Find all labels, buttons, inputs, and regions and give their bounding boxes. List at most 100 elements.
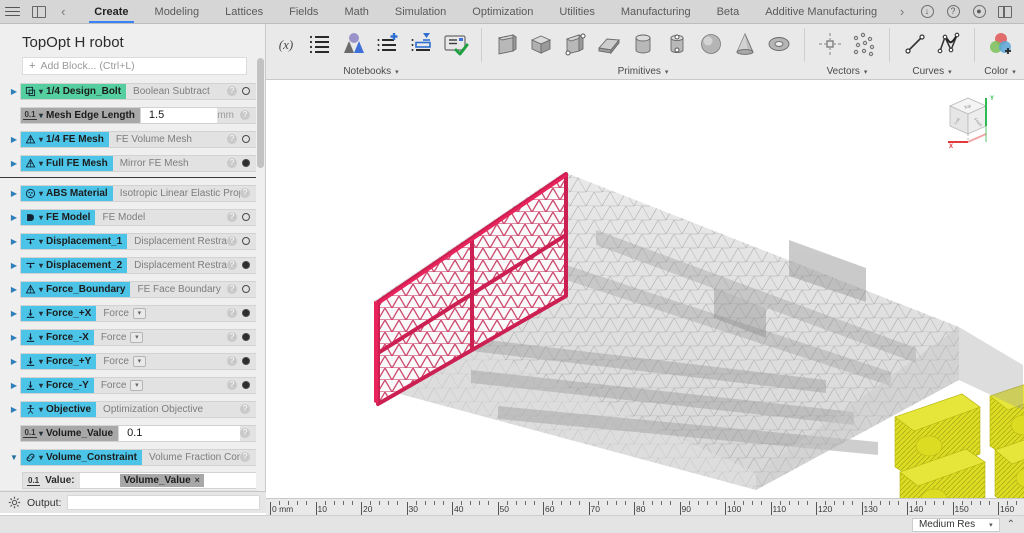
block-row-body[interactable]: ▾Full FE MeshMirror FE Mesh? — [20, 155, 257, 172]
color-add-icon[interactable] — [984, 26, 1016, 62]
ribbon-group-label[interactable]: Primitives▾ — [618, 66, 669, 77]
expand-triangle-icon[interactable]: ▶ — [8, 261, 20, 270]
help-icon[interactable]: ? — [240, 428, 250, 438]
block-row-body[interactable]: ▾1/4 FE MeshFE Volume Mesh? — [20, 131, 257, 148]
3d-viewport[interactable]: Top Front Left X Y — [266, 80, 1024, 498]
help-icon[interactable]: ? — [227, 380, 237, 390]
list-add-icon[interactable] — [372, 26, 404, 62]
chevron-down-icon[interactable]: ▾ — [39, 285, 43, 294]
block-row-body[interactable]: 0.1▾Mesh Edge Length1.5mm? — [20, 107, 257, 124]
block-row[interactable]: ▼▾Volume_ConstraintVolume Fraction Cons.… — [0, 445, 265, 469]
hamburger-menu-icon[interactable] — [0, 0, 26, 23]
ribbon-group-label[interactable]: Notebooks▾ — [343, 66, 398, 77]
expand-triangle-icon[interactable]: ▶ — [8, 309, 20, 318]
chevron-down-icon[interactable]: ▾ — [395, 68, 399, 76]
tab-lattices[interactable]: Lattices — [212, 0, 276, 23]
ribbon-group-label[interactable]: Vectors▾ — [827, 66, 868, 77]
chevron-down-icon[interactable]: ▾ — [39, 189, 43, 198]
output-field[interactable] — [67, 495, 260, 510]
block-row-body[interactable]: ▾1/4 Design_BoltBoolean Subtract? — [20, 83, 257, 100]
tab-create[interactable]: Create — [81, 0, 141, 23]
tab-manufacturing[interactable]: Manufacturing — [608, 0, 704, 23]
account-icon[interactable]: ● — [966, 5, 992, 18]
expand-triangle-icon[interactable]: ▶ — [8, 333, 20, 342]
gear-icon[interactable] — [8, 496, 21, 509]
chevron-down-icon[interactable]: ▾ — [133, 356, 146, 367]
ribbon-group-label[interactable]: Curves▾ — [912, 66, 951, 77]
cube-icon[interactable] — [525, 26, 557, 62]
chevron-down-icon[interactable]: ▾ — [39, 429, 43, 438]
chevron-down-icon[interactable]: ▾ — [130, 380, 143, 391]
block-name-chip[interactable]: ▾ABS Material — [21, 185, 113, 202]
variable-fx-icon[interactable]: (x) — [270, 26, 302, 62]
parallelepiped-icon[interactable] — [593, 26, 625, 62]
box-corner-icon[interactable] — [559, 26, 591, 62]
help-icon[interactable]: ? — [227, 308, 237, 318]
tab-beta[interactable]: Beta — [704, 0, 753, 23]
block-row-body[interactable]: ▾Volume_ConstraintVolume Fraction Cons..… — [20, 449, 257, 466]
panel-vertical-scrollbar[interactable] — [256, 58, 265, 498]
ribbon-group-label[interactable]: Color▾ — [984, 66, 1015, 77]
expand-triangle-icon[interactable]: ▶ — [8, 159, 20, 168]
view-cube[interactable]: Top Front Left X Y — [940, 88, 1000, 152]
chevron-down-icon[interactable]: ▾ — [130, 332, 143, 343]
chevron-down-icon[interactable]: ▾ — [39, 405, 43, 414]
chevron-down-icon[interactable]: ▾ — [948, 68, 952, 76]
block-row[interactable]: ▶▾Force_BoundaryFE Face Boundary? — [0, 277, 265, 301]
block-name-chip[interactable]: ▾1/4 Design_Bolt — [21, 83, 126, 100]
cylinder-points-icon[interactable] — [661, 26, 693, 62]
add-block-input[interactable]: + Add Block... (Ctrl+L) — [22, 57, 247, 75]
block-row-body[interactable]: ▾Force_+XForce▾? — [20, 305, 257, 322]
help-icon[interactable]: ? — [240, 110, 250, 120]
visibility-toggle-icon[interactable] — [242, 237, 250, 245]
help-icon[interactable]: ? — [940, 5, 966, 18]
block-name-chip[interactable]: ▾Objective — [21, 401, 96, 418]
block-row-body[interactable]: ▾FE ModelFE Model? — [20, 209, 257, 226]
chevron-down-icon[interactable]: ▾ — [133, 308, 146, 319]
expand-triangle-icon[interactable]: ▶ — [8, 357, 20, 366]
tabs-scroll-left-button[interactable]: ‹ — [51, 0, 75, 23]
point-icon[interactable] — [814, 26, 846, 62]
chevron-down-icon[interactable]: ▾ — [39, 159, 43, 168]
chevron-down-icon[interactable]: ▾ — [39, 111, 43, 120]
reference-chip[interactable]: Volume_Value× — [120, 474, 204, 487]
block-row[interactable]: ▶▾Force_-YForce▾? — [0, 373, 265, 397]
help-icon[interactable]: ? — [227, 212, 237, 222]
chevron-down-icon[interactable]: ▾ — [39, 357, 43, 366]
block-name-chip[interactable]: ▾Force_-X — [21, 329, 94, 346]
chevron-down-icon[interactable]: ▾ — [39, 261, 43, 270]
help-icon[interactable]: ? — [227, 260, 237, 270]
visibility-toggle-icon[interactable] — [242, 87, 250, 95]
expand-triangle-icon[interactable]: ▶ — [8, 381, 20, 390]
block-name-chip[interactable]: 0.1▾Mesh Edge Length — [21, 107, 140, 124]
polyline-icon[interactable] — [933, 26, 965, 62]
list-select-icon[interactable] — [406, 26, 438, 62]
block-row[interactable]: 0.1▾Volume_Value0.1? — [0, 421, 265, 445]
chevron-down-icon[interactable]: ▾ — [39, 309, 43, 318]
tab-fields[interactable]: Fields — [276, 0, 331, 23]
block-row-body[interactable]: ▾ObjectiveOptimization Objective? — [20, 401, 257, 418]
chevron-down-icon[interactable]: ▾ — [864, 68, 868, 76]
close-icon[interactable]: × — [195, 475, 200, 485]
tab-additive-manufacturing[interactable]: Additive Manufacturing — [752, 0, 890, 23]
chevron-down-icon[interactable]: ▾ — [39, 453, 43, 462]
expand-triangle-icon[interactable]: ▶ — [8, 135, 20, 144]
block-name-chip[interactable]: ▾Force_+X — [21, 305, 96, 322]
line-icon[interactable] — [899, 26, 931, 62]
expand-triangle-icon[interactable]: ▶ — [8, 189, 20, 198]
visibility-toggle-icon[interactable] — [242, 309, 250, 317]
expand-triangle-icon[interactable]: ▶ — [8, 237, 20, 246]
help-icon[interactable]: ? — [227, 86, 237, 96]
tab-simulation[interactable]: Simulation — [382, 0, 459, 23]
collapse-triangle-icon[interactable]: ▼ — [8, 453, 20, 462]
block-row[interactable]: ▶▾Force_+XForce▾? — [0, 301, 265, 325]
block-row[interactable]: ▶▾FE ModelFE Model? — [0, 205, 265, 229]
block-sub-row[interactable]: 0.1Value:Volume_Value× — [0, 469, 265, 491]
download-icon[interactable]: ↓ — [914, 5, 940, 18]
visibility-toggle-icon[interactable] — [242, 261, 250, 269]
tab-math[interactable]: Math — [331, 0, 381, 23]
help-icon[interactable]: ? — [240, 452, 250, 462]
visibility-toggle-icon[interactable] — [242, 381, 250, 389]
block-name-chip[interactable]: ▾Displacement_2 — [21, 257, 127, 274]
visibility-toggle-icon[interactable] — [242, 159, 250, 167]
